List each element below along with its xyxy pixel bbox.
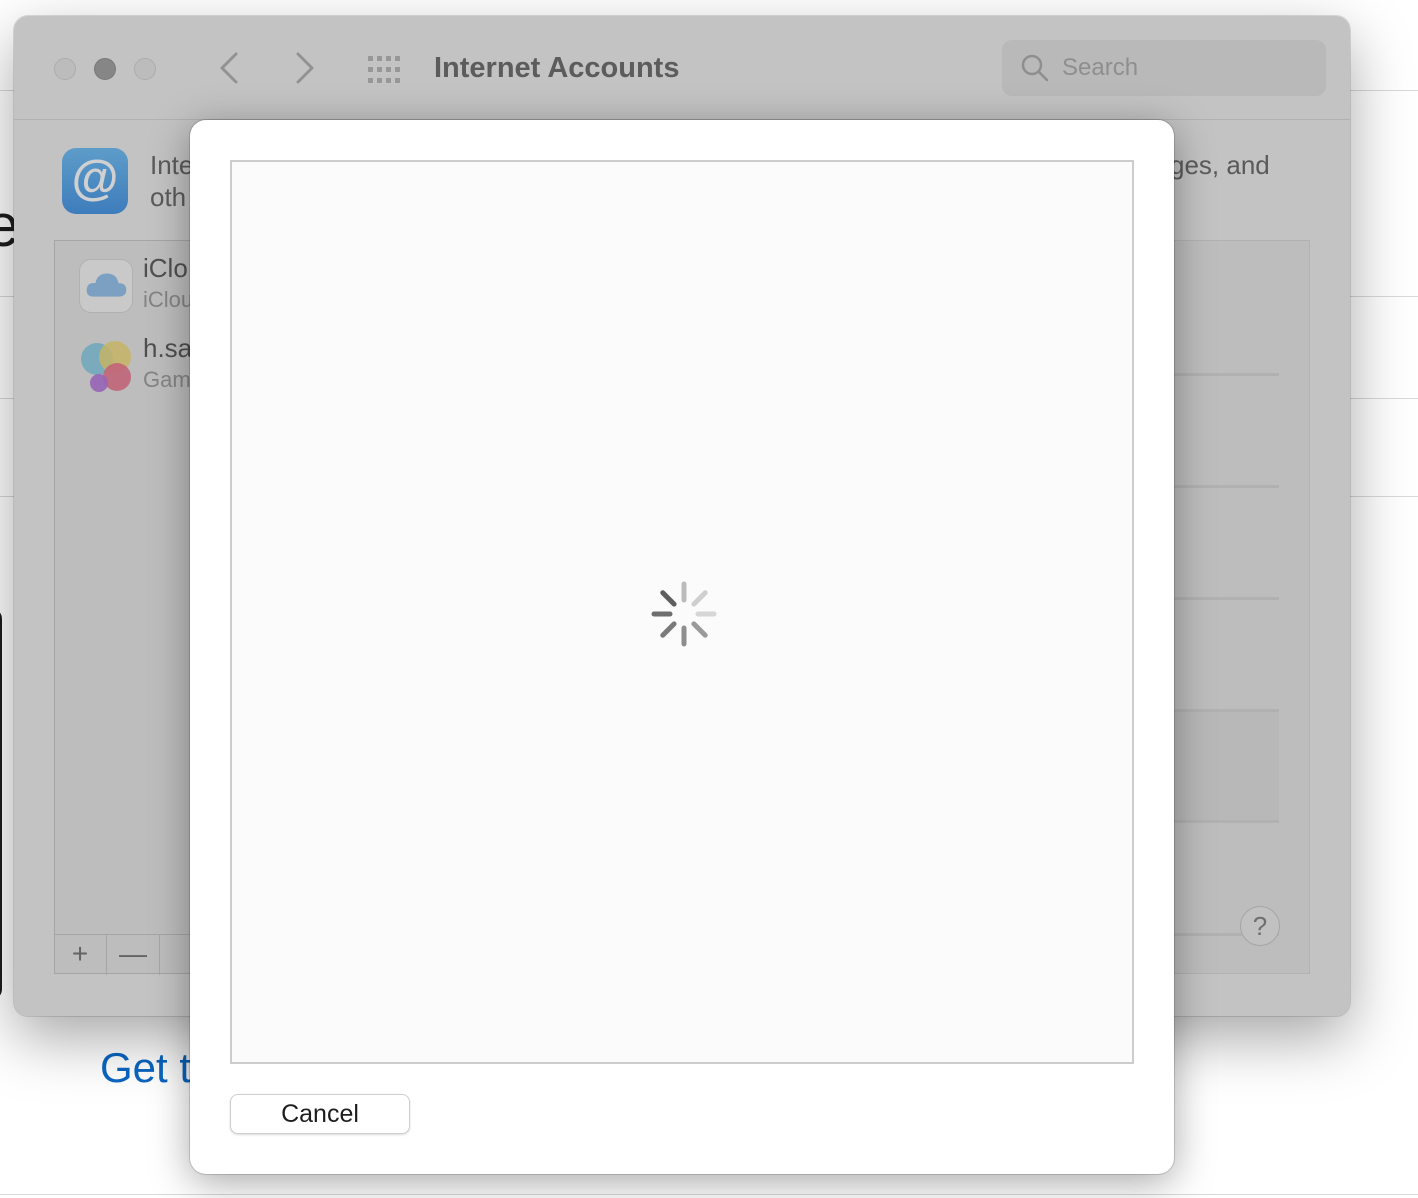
page-divider xyxy=(0,1194,1418,1195)
device-image-edge xyxy=(0,608,2,1000)
page-link[interactable]: Get t xyxy=(100,1044,191,1092)
loading-spinner-icon xyxy=(651,581,717,647)
web-content-frame[interactable] xyxy=(230,160,1134,1064)
cancel-button[interactable]: Cancel xyxy=(230,1094,410,1134)
sign-in-sheet: Cancel xyxy=(190,120,1174,1174)
